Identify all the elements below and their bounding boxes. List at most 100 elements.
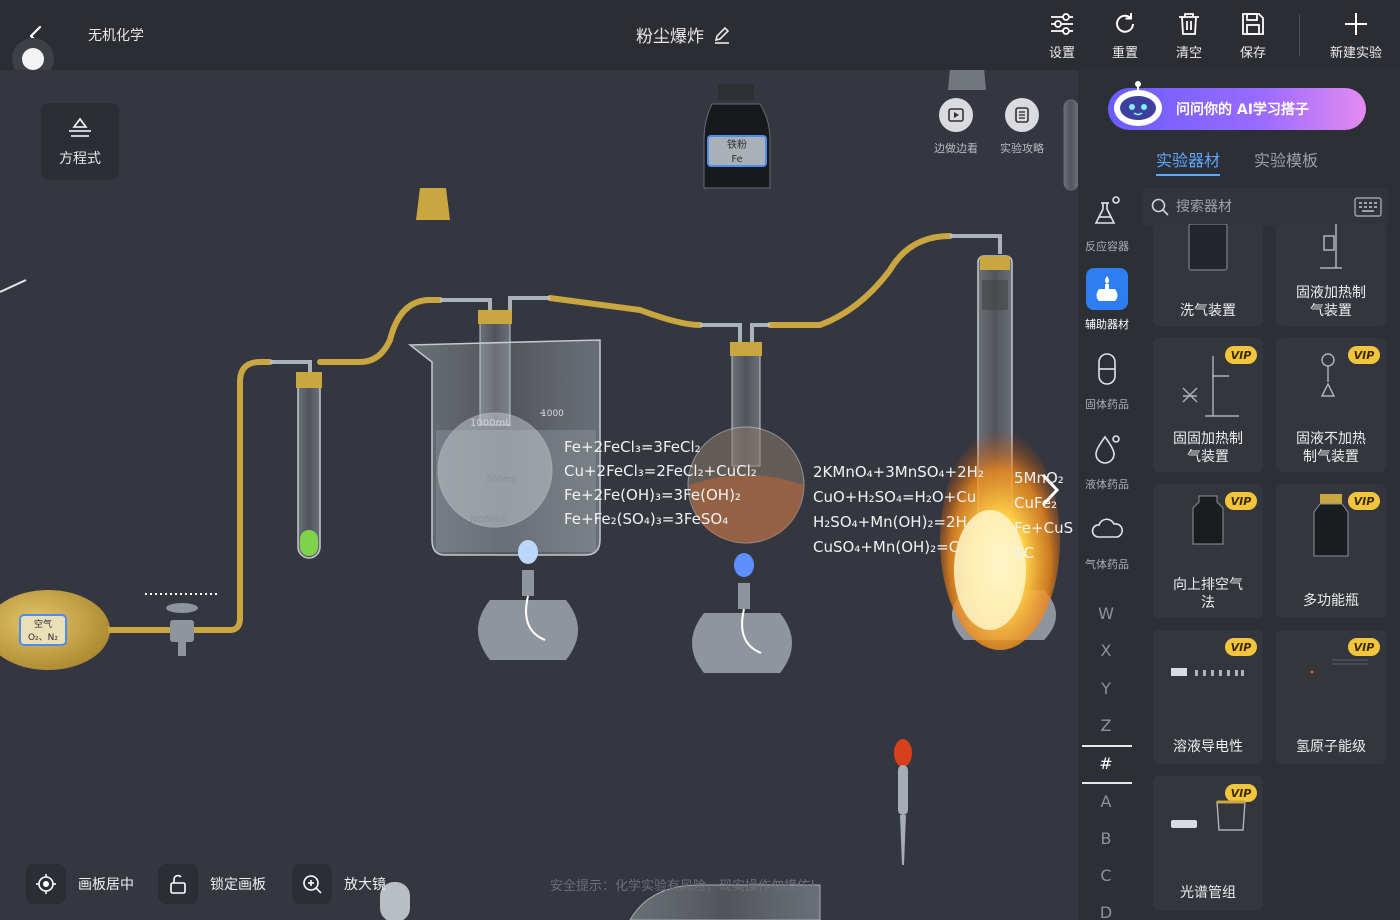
reset-label: 重置: [1111, 46, 1138, 61]
flask-mark-no800k: NO800K: [470, 515, 508, 525]
item-card-gas-washing[interactable]: 洗气装置: [1153, 224, 1263, 326]
category-label: 气体药品: [1085, 558, 1129, 571]
index-letter[interactable]: X: [1090, 641, 1122, 660]
balloon-label-2: O₂、N₂: [28, 633, 58, 643]
experiment-title[interactable]: 粉尘爆炸: [636, 22, 732, 47]
index-letter[interactable]: D: [1090, 903, 1122, 920]
equation-block-far-right: 5MnO₂ CuFe₂ Fe+CuS SC: [1014, 466, 1078, 566]
plus-icon: [1345, 13, 1367, 35]
edit-pencil-icon[interactable]: [712, 25, 732, 45]
tab-equipment[interactable]: 实验器材: [1156, 147, 1220, 171]
unlock-icon: [170, 874, 186, 894]
dropper: [894, 739, 912, 865]
item-name: 多功能瓶: [1303, 593, 1359, 609]
alcohol-lamp-1: [478, 540, 578, 660]
equipment-panel: 问问你的 AI学习搭子 实验器材 实验模板 反应容器 辅助器材 固体药品 液体药…: [1078, 70, 1400, 920]
bottle-label-2: Fe: [731, 154, 742, 165]
category-solid-reagents[interactable]: 固体药品: [1084, 348, 1130, 412]
heating-apparatus-icon: [1320, 224, 1342, 269]
index-letter[interactable]: C: [1090, 866, 1122, 885]
keyboard-icon[interactable]: [1354, 196, 1382, 218]
item-card-solid-liquid-heating[interactable]: 固液加热制 气装置: [1276, 224, 1386, 326]
index-letter[interactable]: A: [1090, 792, 1122, 811]
magnifier-button[interactable]: 放大镜: [292, 864, 386, 904]
item-card-multi-function-bottle[interactable]: VIP 多功能瓶: [1276, 484, 1386, 618]
ai-assistant-text: 问问你的 AI学习搭子: [1176, 102, 1309, 118]
toolbar-divider: [1299, 14, 1300, 56]
reset-button[interactable]: 重置: [1097, 10, 1153, 66]
equation-block-left: Fe+2FeCl₃=3FeCl₂ Cu+2FeCl₃=2FeCl₂+CuCl₂ …: [564, 435, 757, 531]
item-name: 固液不加热 制气装置: [1296, 431, 1366, 465]
save-button[interactable]: 保存: [1225, 10, 1281, 66]
clear-button[interactable]: 清空: [1161, 10, 1217, 66]
index-letter[interactable]: W: [1090, 604, 1122, 623]
index-letter[interactable]: B: [1090, 829, 1122, 848]
equation-line: Fe+CuS: [1014, 519, 1074, 537]
item-name: 固液加热制 气装置: [1296, 285, 1366, 319]
category-label: 反应容器: [1085, 240, 1129, 253]
category-label: 固体药品: [1085, 398, 1129, 411]
index-letter[interactable]: Y: [1090, 679, 1122, 698]
equation-line: Fe+Fe₂(SO₄)₃=3FeSO₄: [564, 510, 729, 528]
save-icon: [1242, 13, 1264, 35]
item-card-spectrum-tubes[interactable]: VIP 光谱管组: [1153, 776, 1263, 910]
spectrum-tube-icon: [1171, 800, 1246, 831]
category-liquid-reagents[interactable]: 液体药品: [1084, 428, 1130, 492]
experiment-title-text: 粉尘爆炸: [636, 27, 704, 47]
top-bar: 无机化学 粉尘爆炸 设置 重置 清空 保存 新建实验: [0, 0, 1400, 80]
index-letter[interactable]: Z: [1090, 716, 1122, 735]
equation-line: Fe+2FeCl₃=3FeCl₂: [564, 438, 701, 456]
gas-washing-bottle-icon: [1188, 224, 1228, 271]
equation-block-right: 2KMnO₄+3MnSO₄+2H₂ CuO+H₂SO₄=H₂O+Cu H₂SO₄…: [813, 460, 984, 560]
index-letter-active[interactable]: #: [1090, 754, 1122, 773]
settings-button[interactable]: 设置: [1034, 10, 1090, 66]
item-card-solid-solid-heating[interactable]: VIP 固固加热制 气装置: [1153, 338, 1263, 472]
lock-canvas-label: 锁定画板: [210, 877, 266, 893]
stray-glass-rod: [0, 279, 27, 293]
new-experiment-button[interactable]: 新建实验: [1324, 10, 1388, 66]
item-card-hydrogen-energy-levels[interactable]: VIP 氢原子能级: [1276, 630, 1386, 764]
alcohol-lamp-icon: [1096, 276, 1118, 301]
magnifier-label: 放大镜: [344, 877, 386, 893]
search-input[interactable]: [1176, 199, 1346, 215]
center-canvas-button[interactable]: 画板居中: [26, 864, 134, 904]
refresh-icon: [1116, 13, 1134, 33]
category-gas-reagents[interactable]: 气体药品: [1084, 508, 1130, 572]
balloon-label-1: 空气: [34, 618, 52, 630]
cloud-icon: [1091, 518, 1123, 538]
equation-line: H₂SO₄+Mn(OH)₂=2H: [813, 513, 967, 531]
item-card-upward-air-displacement[interactable]: VIP 向上排空气法: [1153, 484, 1263, 618]
lock-canvas-button[interactable]: 锁定画板: [158, 864, 266, 904]
category-reaction-vessel[interactable]: 反应容器: [1084, 190, 1130, 254]
target-icon: [36, 874, 56, 894]
item-name: 向上排空气法: [1173, 577, 1243, 611]
search-bar[interactable]: [1142, 188, 1388, 226]
item-name: 洗气装置: [1180, 303, 1236, 319]
experiment-canvas[interactable]: 方程式 边做边看 实验攻略 空气 O₂、N₂ 铁粉 Fe 1000 500mL …: [0, 70, 1078, 920]
equation-line: Cu+2FeCl₃=2FeCl₂+CuCl₂: [564, 462, 757, 480]
equation-line: CuFe₂: [1014, 494, 1058, 512]
index-divider: [1082, 745, 1132, 747]
item-card-solution-conductivity[interactable]: VIP 溶液导电性: [1153, 630, 1263, 764]
trash-icon: [1179, 13, 1199, 35]
item-name: 溶液导电性: [1173, 739, 1243, 755]
conductivity-apparatus-icon: [1171, 668, 1244, 676]
category-label: 液体药品: [1085, 478, 1129, 491]
item-card-solid-liquid-no-heating[interactable]: VIP 固液不加热 制气装置: [1276, 338, 1386, 472]
gas-bottle-icon: [1192, 495, 1224, 545]
energy-level-diagram-icon: [1310, 659, 1368, 674]
flask-icon: [1094, 196, 1120, 224]
drop-icon: [1095, 435, 1120, 464]
category-auxiliary[interactable]: 辅助器材: [1084, 268, 1130, 332]
new-experiment-label: 新建实验: [1329, 46, 1382, 61]
tab-templates[interactable]: 实验模板: [1254, 147, 1318, 171]
item-name: 光谱管组: [1180, 885, 1236, 901]
active-tab-indicator: [1156, 174, 1220, 176]
alcohol-lamp-2: [692, 553, 792, 673]
beaker-mark-1000: 1000: [541, 409, 564, 419]
index-divider: [1082, 782, 1132, 784]
iron-powder-bottle: 铁粉 Fe: [703, 84, 771, 189]
search-icon: [1151, 198, 1169, 216]
item-name: 氢原子能级: [1296, 739, 1366, 755]
settings-label: 设置: [1048, 46, 1075, 61]
